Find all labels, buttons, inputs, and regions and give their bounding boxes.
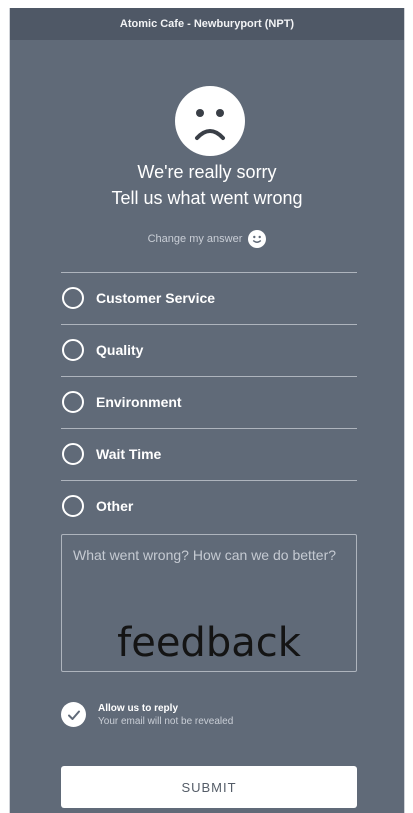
option-other[interactable]: Other xyxy=(61,480,357,531)
allow-reply-toggle[interactable]: Allow us to reply Your email will not be… xyxy=(61,702,233,727)
checkmark-icon[interactable] xyxy=(61,702,86,727)
feedback-panel: Atomic Cafe - Newburyport (NPT) We're re… xyxy=(9,8,405,813)
smiley-icon xyxy=(248,230,267,248)
reply-text: Allow us to reply Your email will not be… xyxy=(98,703,233,727)
option-label: Other xyxy=(96,497,134,514)
option-label: Quality xyxy=(96,341,144,358)
option-environment[interactable]: Environment xyxy=(61,376,357,427)
option-customer-service[interactable]: Customer Service xyxy=(61,272,357,323)
reply-subtitle: Your email will not be revealed xyxy=(98,715,234,727)
option-wait-time[interactable]: Wait Time xyxy=(61,428,357,479)
submit-button[interactable]: SUBMIT xyxy=(61,766,357,808)
sad-face-icon xyxy=(175,86,245,156)
option-label: Wait Time xyxy=(96,445,162,462)
option-label: Customer Service xyxy=(96,289,216,306)
radio-circle[interactable] xyxy=(62,494,84,517)
what-went-wrong-heading: Tell us what went wrong xyxy=(111,188,303,208)
radio-circle[interactable] xyxy=(62,338,84,361)
radio-circle[interactable] xyxy=(62,442,84,465)
radio-circle[interactable] xyxy=(62,286,84,309)
feedback-annotation: feedback xyxy=(117,620,301,666)
change-answer-label: Change my answer xyxy=(147,233,243,245)
header-bar: Atomic Cafe - Newburyport (NPT) xyxy=(10,8,404,40)
reply-title: Allow us to reply xyxy=(98,702,179,714)
option-label: Environment xyxy=(96,393,182,410)
radio-circle[interactable] xyxy=(62,390,84,413)
option-quality[interactable]: Quality xyxy=(61,324,357,375)
venue-title: Atomic Cafe - Newburyport (NPT) xyxy=(119,18,295,30)
sorry-heading: We're really sorry xyxy=(137,162,277,182)
change-answer-link[interactable]: Change my answer xyxy=(10,230,404,248)
